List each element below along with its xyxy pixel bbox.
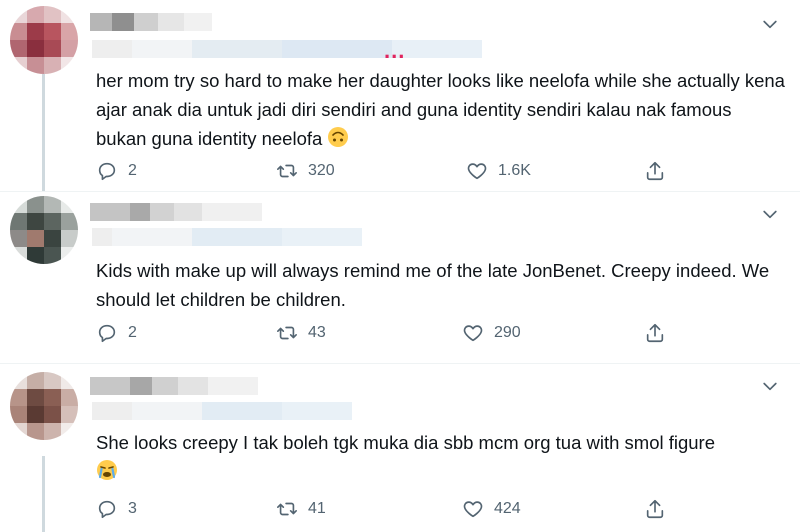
tweet-text: Kids with make up will always remind me … <box>96 260 775 310</box>
reply-count: 3 <box>128 500 137 517</box>
retweet-count: 43 <box>308 324 326 341</box>
tweet-actions: 3 41 424 <box>96 498 686 522</box>
share-button[interactable] <box>644 160 666 182</box>
author-name-blurred[interactable] <box>90 10 212 34</box>
avatar[interactable] <box>10 6 78 74</box>
retweet-icon <box>277 326 297 340</box>
like-count: 1.6K <box>498 162 531 179</box>
reply-icon <box>98 500 116 519</box>
retweet-count: 41 <box>308 500 326 517</box>
retweet-button[interactable]: 320 <box>276 160 335 182</box>
retweet-icon <box>277 502 297 516</box>
tweet-actions: 2 320 1.6K <box>96 160 686 184</box>
heart-icon <box>467 163 487 180</box>
share-icon <box>646 499 664 519</box>
author-handle-blurred <box>92 400 352 422</box>
tweet-actions: 2 43 290 <box>96 322 686 346</box>
author-name-blurred[interactable] <box>90 200 262 224</box>
crying-face-emoji <box>97 460 117 480</box>
tweet-text: She looks creepy I tak boleh tgk muka di… <box>96 428 786 486</box>
like-count: 424 <box>494 500 521 517</box>
reply-icon <box>98 162 116 181</box>
reply-count: 2 <box>128 162 137 179</box>
tweet-2[interactable]: Kids with make up will always remind me … <box>0 192 800 364</box>
tweet-1[interactable]: ... her mom try so hard to make her daug… <box>0 0 800 192</box>
like-count: 290 <box>494 324 521 341</box>
like-button[interactable]: 290 <box>462 322 521 344</box>
share-button[interactable] <box>644 322 666 344</box>
like-button[interactable]: 1.6K <box>466 160 531 182</box>
ellipsis-mark: ... <box>384 38 406 63</box>
author-name-blurred[interactable] <box>90 374 258 398</box>
reply-button[interactable]: 2 <box>96 322 137 344</box>
heart-icon <box>463 325 483 342</box>
upside-down-face-emoji <box>328 127 349 147</box>
tweet-text: her mom try so hard to make her daughter… <box>96 70 791 149</box>
share-icon <box>646 161 664 181</box>
retweet-icon <box>277 164 297 178</box>
retweet-button[interactable]: 43 <box>276 322 326 344</box>
author-handle-blurred <box>92 38 482 60</box>
like-button[interactable]: 424 <box>462 498 521 520</box>
chevron-down-icon[interactable] <box>760 14 780 34</box>
avatar[interactable] <box>10 196 78 264</box>
tweet-3[interactable]: She looks creepy I tak boleh tgk muka di… <box>0 364 800 532</box>
chevron-down-icon[interactable] <box>760 376 780 396</box>
reply-count: 2 <box>128 324 137 341</box>
share-icon <box>646 323 664 343</box>
share-button[interactable] <box>644 498 666 520</box>
chevron-down-icon[interactable] <box>760 204 780 224</box>
avatar[interactable] <box>10 372 78 440</box>
author-handle-blurred <box>92 226 362 248</box>
reply-button[interactable]: 2 <box>96 160 137 182</box>
heart-icon <box>463 501 483 518</box>
retweet-count: 320 <box>308 162 335 179</box>
reply-icon <box>98 324 116 343</box>
retweet-button[interactable]: 41 <box>276 498 326 520</box>
reply-button[interactable]: 3 <box>96 498 137 520</box>
